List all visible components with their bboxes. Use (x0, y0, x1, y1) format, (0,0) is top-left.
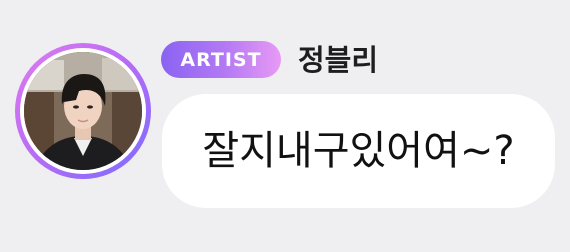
artist-badge: ARTIST (161, 41, 281, 78)
sender-name: 정블리 (298, 43, 379, 77)
message-bubble[interactable]: 잘지내구있어여~? (162, 94, 555, 208)
avatar-border (20, 48, 146, 174)
avatar-photo (24, 52, 142, 170)
avatar[interactable] (15, 43, 151, 179)
message-text: 잘지내구있어여~? (202, 128, 515, 174)
